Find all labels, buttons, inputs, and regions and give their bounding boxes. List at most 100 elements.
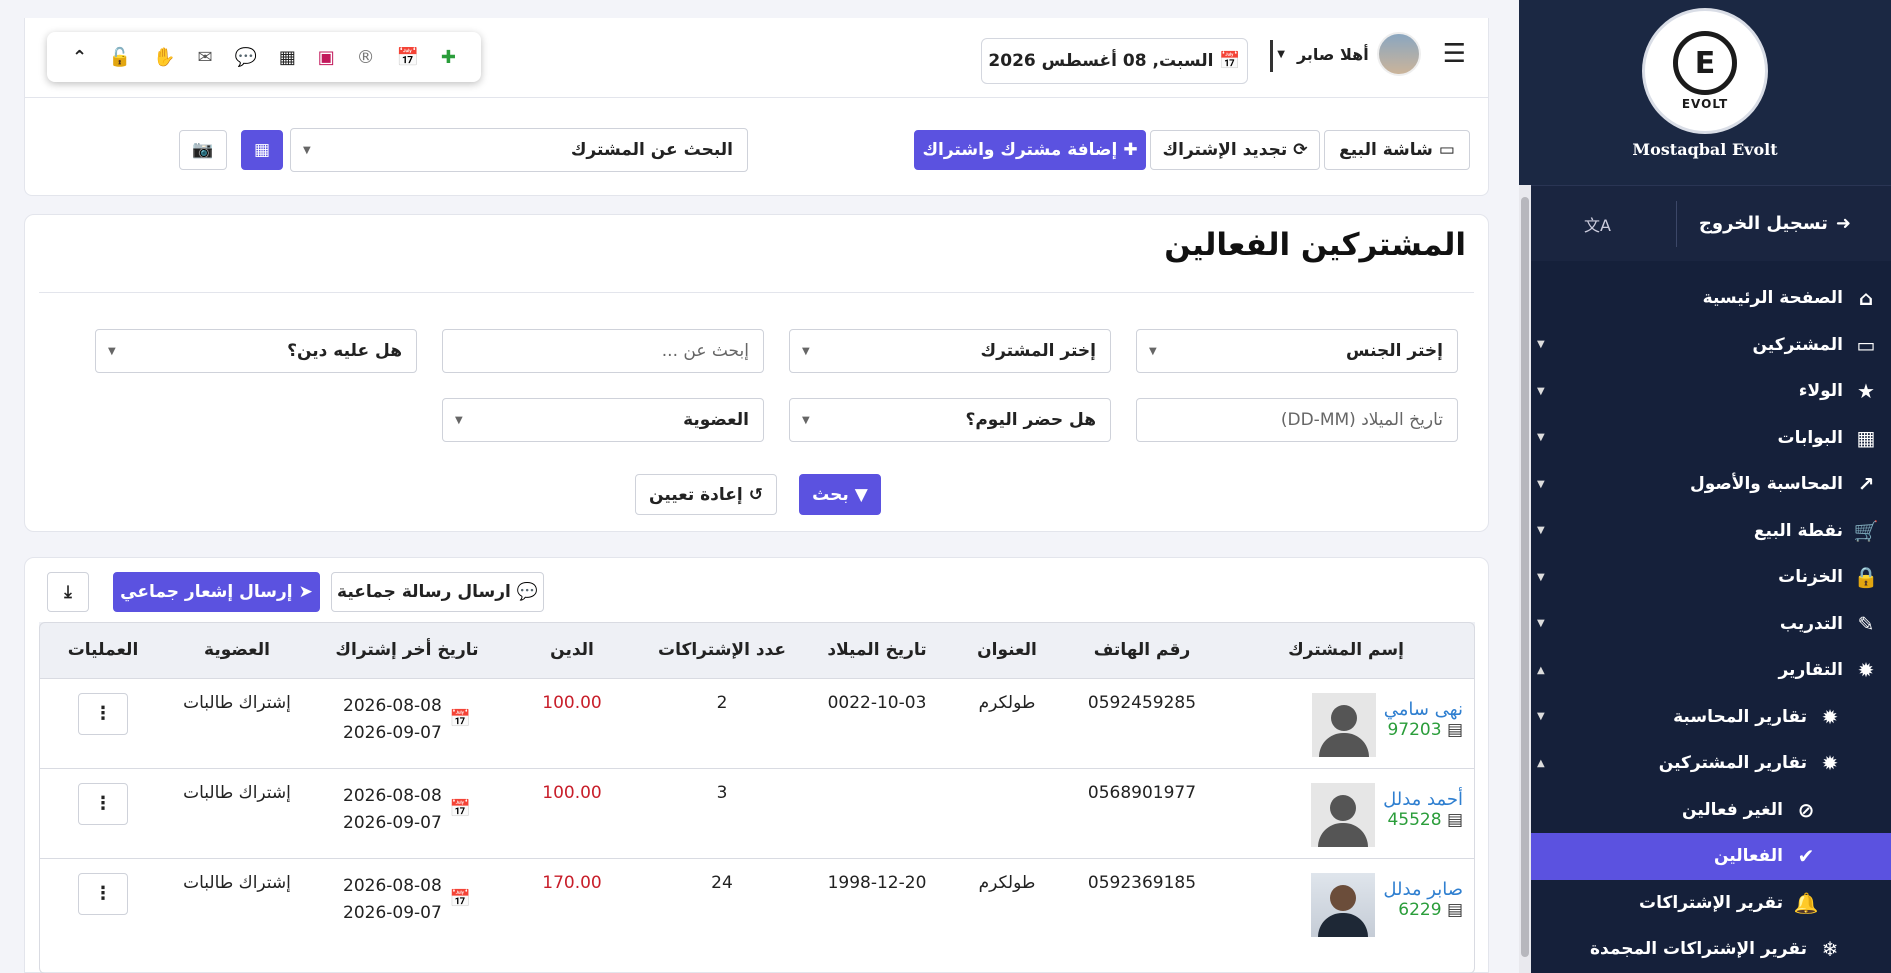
col-address[interactable]: العنوان	[947, 622, 1067, 678]
logout-label: تسجيل الخروج	[1698, 213, 1828, 234]
sidebar-item-members[interactable]: ▭ المشتركين ▼	[1519, 322, 1891, 369]
sidebar-item-reports[interactable]: ✹ التقارير ▲	[1519, 647, 1891, 694]
logo[interactable]: E EVOLT	[1642, 8, 1768, 134]
member-name-link[interactable]: نهى سامي	[1384, 699, 1463, 720]
comment-icon: 💬	[516, 582, 538, 602]
search-member-select[interactable]: البحث عن المشترك ▼	[290, 128, 748, 172]
renew-subscription-button[interactable]: ⟳ تجديد الإشتراك	[1150, 130, 1320, 170]
hamburger-icon[interactable]: ☰	[1443, 39, 1466, 69]
camera-button[interactable]: 📷	[179, 130, 227, 170]
subscription-start: 2026-08-08	[343, 785, 442, 806]
envelope-icon[interactable]: ✉	[198, 47, 213, 68]
sidebar-item-active[interactable]: ✔ الفعالين	[1519, 833, 1891, 880]
brand: E EVOLT Mostaqbal Evolt	[1519, 0, 1891, 185]
logo-text: EVOLT	[1681, 97, 1729, 111]
col-subscriptions-count[interactable]: عدد الإشتراكات	[637, 622, 807, 678]
search-button[interactable]: ▼ بحث	[799, 474, 881, 515]
unlock-icon[interactable]: 🔓	[109, 47, 131, 68]
chevron-down-icon: ▼	[1149, 345, 1157, 357]
sidebar-item-loyalty[interactable]: ★ الولاء ▼	[1519, 368, 1891, 415]
row-actions-button[interactable]: ⋮	[78, 782, 128, 825]
divider	[39, 292, 1474, 293]
user-plus-icon[interactable]: ✚	[441, 47, 456, 68]
magic-icon: ✎	[1857, 611, 1875, 636]
translate-icon: 文A	[1584, 215, 1611, 235]
sidebar-item-inactive[interactable]: ⊘ الغير فعالين	[1519, 787, 1891, 834]
member-name-link[interactable]: أحمد مدلل	[1383, 789, 1463, 810]
col-last-subscription[interactable]: تاريخ أخر إشتراك	[307, 622, 507, 678]
group-message-button[interactable]: 💬 ارسال رسالة جماعية	[331, 572, 544, 612]
col-phone[interactable]: رقم الهاتف	[1067, 622, 1217, 678]
divider	[1270, 40, 1273, 72]
row-actions-button[interactable]: ⋮	[78, 872, 128, 915]
add-member-button[interactable]: ✚ إضافة مشترك واشتراك	[914, 130, 1146, 170]
group-notification-button[interactable]: ➤ إرسال إشعار جماعي	[113, 572, 320, 612]
download-button[interactable]: ⤓	[47, 572, 89, 612]
avatar	[1311, 782, 1376, 847]
sidebar-scrollbar[interactable]	[1519, 185, 1531, 973]
comment-icon[interactable]: 💬	[235, 47, 257, 68]
pos-screen-button[interactable]: ▭ شاشة البيع	[1324, 130, 1470, 170]
bell-icon: 🔔	[1793, 890, 1819, 915]
sidebar-item-accounting-reports[interactable]: ✹ تقارير المحاسبة ▼	[1519, 694, 1891, 741]
row-actions-button[interactable]: ⋮	[78, 692, 128, 735]
col-membership[interactable]: العضوية	[167, 622, 307, 678]
col-birthdate[interactable]: تاريخ الميلاد	[807, 622, 947, 678]
subscription-start: 2026-08-08	[343, 875, 442, 896]
members-table-card: 💬 ارسال رسالة جماعية ➤ إرسال إشعار جماعي ⤓…	[24, 557, 1489, 973]
table-row: أحمد مدلل ▤ 45528 0568901977 3 100.00 202…	[39, 768, 1475, 858]
sidebar-item-accounting[interactable]: ↗ المحاسبة والأصول ▼	[1519, 461, 1891, 508]
registered-icon[interactable]: ®	[357, 47, 375, 68]
membership-cell: إشتراك طالبات	[183, 872, 291, 893]
chevron-up-icon[interactable]: ⌃	[72, 47, 87, 68]
membership-select[interactable]: العضوية ▼	[442, 398, 764, 442]
language-toggle[interactable]: 文A	[1519, 212, 1676, 236]
subscription-end: 2026-09-07	[343, 812, 442, 833]
building-icon: ▦	[1856, 425, 1876, 450]
subscription-end: 2026-09-07	[343, 722, 442, 743]
reset-button[interactable]: ↺ إعادة تعيين	[635, 474, 777, 515]
col-name[interactable]: إسم المشترك	[1217, 622, 1475, 678]
calendar-icon: 📅	[1219, 51, 1241, 71]
sidebar-item-home[interactable]: ⌂ الصفحة الرئيسية	[1519, 275, 1891, 322]
chevron-down-icon: ▼	[1277, 48, 1285, 60]
cart-icon: 🛒	[1853, 518, 1879, 543]
member-name-link[interactable]: صابر مدلل	[1383, 879, 1463, 900]
member-select[interactable]: إختر المشترك ▼	[789, 329, 1111, 373]
sidebar-item-frozen-report[interactable]: ❄ تقرير الإشتراكات المجمدة	[1519, 926, 1891, 973]
qr-scan-button[interactable]: ▦	[241, 130, 283, 170]
calendar-icon[interactable]: 📅	[397, 47, 419, 68]
qrcode-icon[interactable]: ▦	[279, 47, 296, 68]
search-input[interactable]: إبحث عن ...	[442, 329, 764, 373]
chevron-down-icon: ▼	[1537, 432, 1545, 444]
debt-select[interactable]: هل عليه دين؟ ▼	[95, 329, 417, 373]
check-icon: ✔	[1797, 844, 1815, 869]
download-icon: ⤓	[64, 582, 72, 602]
sidebar-item-members-reports[interactable]: ✹ تقارير المشتركين ▲	[1519, 740, 1891, 787]
gender-select[interactable]: إختر الجنس ▼	[1136, 329, 1458, 373]
plus-icon: ✚	[1123, 140, 1138, 160]
logout-button[interactable]: ➜ تسجيل الخروج	[1676, 200, 1891, 247]
user-menu[interactable]: ☰ أهلا صابر ▼	[1277, 32, 1466, 76]
birthdate-input[interactable]: تاريخ الميلاد (DD-MM)	[1136, 398, 1458, 442]
sidebar: E EVOLT Mostaqbal Evolt ➜ تسجيل الخروج 文…	[1519, 0, 1891, 973]
date-display[interactable]: 📅 السبت, 08 أغسطس 2026	[981, 38, 1248, 84]
paper-plane-icon: ➤	[298, 582, 313, 602]
avatar	[1311, 692, 1376, 757]
sidebar-item-subscriptions-report[interactable]: 🔔 تقرير الإشتراكات	[1519, 880, 1891, 927]
avatar	[1376, 32, 1421, 76]
sidebar-item-pos[interactable]: 🛒 نقطة البيع ▼	[1519, 508, 1891, 555]
filter-icon: ▼	[854, 484, 868, 505]
sidebar-item-safes[interactable]: 🔒 الخزنات ▼	[1519, 554, 1891, 601]
bug-icon: ✹	[1857, 658, 1875, 683]
col-debt[interactable]: الدين	[507, 622, 637, 678]
logo-mark-icon: E	[1673, 31, 1737, 95]
scrollbar-thumb[interactable]	[1521, 197, 1529, 957]
sign-language-icon[interactable]: ✋	[153, 47, 175, 68]
attended-today-select[interactable]: هل حضر اليوم؟ ▼	[789, 398, 1111, 442]
money-icon[interactable]: ▣	[318, 47, 335, 68]
sidebar-item-gates[interactable]: ▦ البوابات ▼	[1519, 415, 1891, 462]
page-title: المشتركين الفعالين	[1164, 227, 1466, 263]
qrcode-icon: ▦	[253, 140, 271, 160]
sidebar-item-training[interactable]: ✎ التدريب ▼	[1519, 601, 1891, 648]
